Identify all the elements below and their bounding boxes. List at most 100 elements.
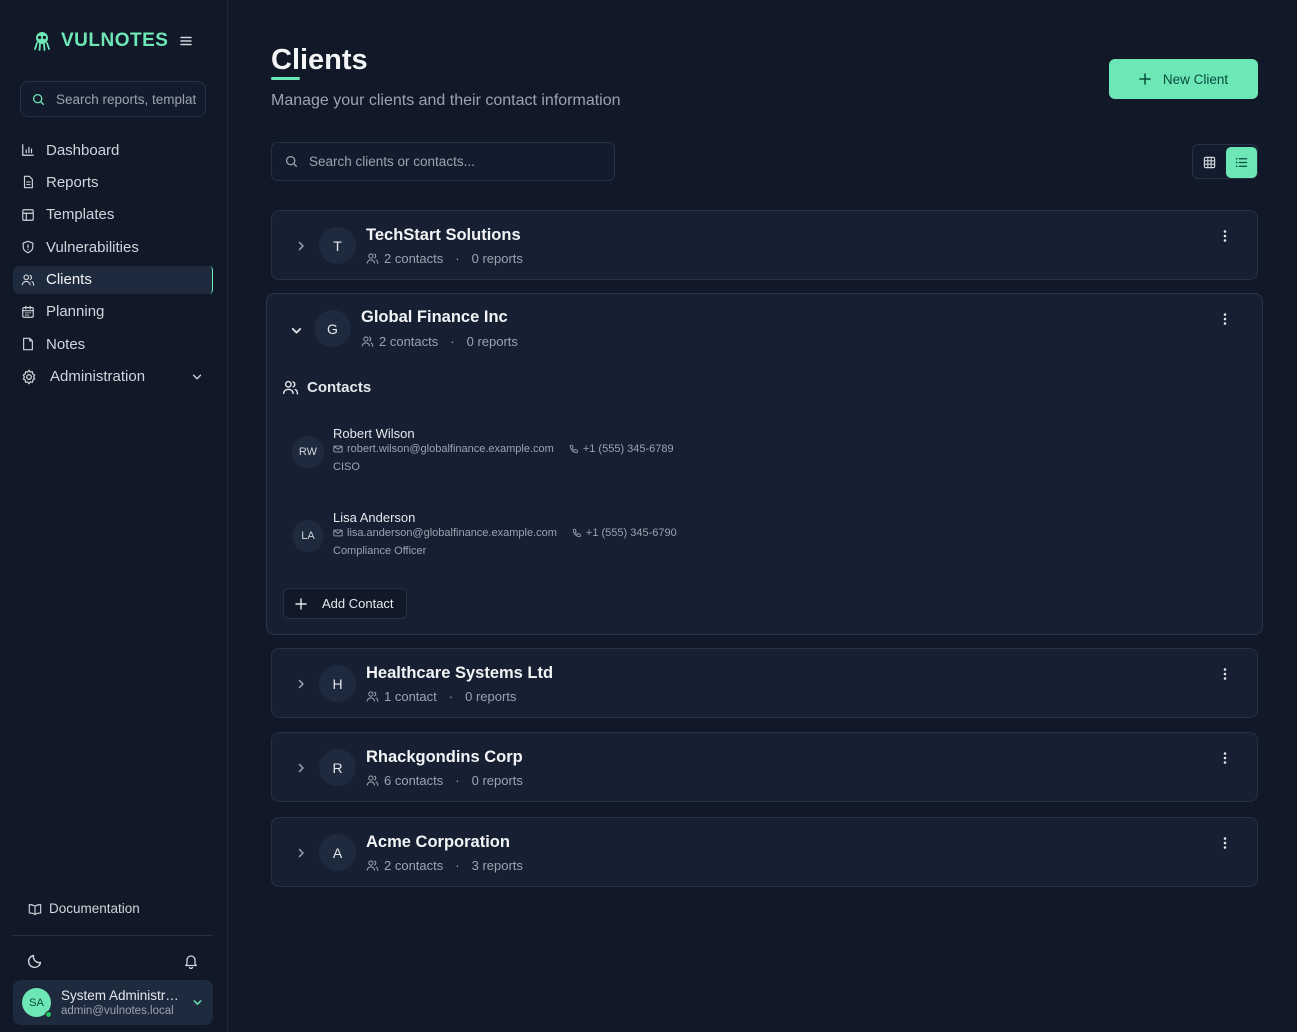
grid-view-button[interactable] (1194, 147, 1225, 178)
documentation-label: Documentation (49, 901, 140, 916)
client-avatar: H (319, 665, 356, 702)
client-card[interactable]: R Rhackgondins Corp 6 contacts · 0 repor… (271, 732, 1258, 802)
client-search[interactable] (271, 142, 615, 181)
logo-bug-icon (34, 32, 50, 51)
bar-chart-icon (22, 144, 34, 156)
more-vertical-icon[interactable] (1217, 228, 1233, 244)
contact-count: 1 contact (384, 689, 437, 704)
meta-separator: · (448, 689, 454, 704)
sidebar-item-vulnerabilities[interactable]: Vulnerabilities (13, 233, 213, 261)
file-icon (23, 176, 33, 189)
contact-name: Lisa Anderson (333, 510, 416, 525)
sidebar-item-reports[interactable]: Reports (13, 168, 213, 196)
bell-icon[interactable] (183, 953, 199, 969)
user-email: admin@vulnotes.local (61, 1005, 174, 1017)
new-client-button[interactable]: New Client (1109, 59, 1258, 99)
client-name: Rhackgondins Corp (366, 748, 523, 766)
more-vertical-icon[interactable] (1217, 666, 1233, 682)
contact-email[interactable]: robert.wilson@globalfinance.example.com (347, 443, 554, 455)
chevron-down-icon[interactable] (290, 324, 303, 337)
contact-phone-number[interactable]: +1 (555) 345-6789 (583, 443, 674, 455)
contact-email[interactable]: lisa.anderson@globalfinance.example.com (347, 527, 557, 539)
contacts-heading-label: Contacts (307, 379, 372, 396)
contact-item[interactable]: RW Robert Wilson robert.wilson@globalfin… (292, 426, 752, 476)
contact-role: CISO (333, 461, 360, 473)
sidebar-item-label: Clients (46, 271, 92, 289)
client-name: Global Finance Inc (361, 308, 508, 326)
page-title: Clients (271, 44, 368, 76)
client-meta: 6 contacts · 0 reports (366, 773, 523, 788)
chevron-down-icon (192, 374, 202, 380)
sidebar: VULNOTES Dashboard Reports (0, 0, 228, 1032)
client-avatar: A (319, 834, 356, 871)
plus-icon (1139, 73, 1151, 85)
meta-separator: · (455, 251, 460, 266)
contact-phone: +1 (555) 345-6790 (572, 527, 677, 539)
phone-icon (569, 444, 578, 454)
contact-avatar: LA (292, 520, 324, 552)
chevron-down-icon (193, 1000, 202, 1005)
client-card[interactable]: A Acme Corporation 2 contacts · 3 report… (271, 817, 1258, 887)
search-icon (32, 93, 45, 105)
sidebar-item-dashboard[interactable]: Dashboard (13, 136, 213, 164)
report-count: 0 reports (471, 773, 523, 788)
more-vertical-icon[interactable] (1217, 750, 1233, 766)
client-meta: 2 contacts · 0 reports (361, 334, 518, 349)
client-search-input[interactable] (309, 154, 599, 169)
contact-details: lisa.anderson@globalfinance.example.com … (333, 527, 677, 539)
client-card-expanded: G Global Finance Inc 2 contacts · 0 repo… (266, 293, 1263, 635)
mail-icon (333, 445, 343, 453)
client-meta: 1 contact · 0 reports (366, 689, 516, 704)
users-icon (366, 253, 379, 264)
report-count: 3 reports (471, 858, 523, 873)
more-vertical-icon[interactable] (1217, 311, 1233, 327)
meta-separator: · (455, 858, 460, 873)
documentation-link[interactable]: Documentation (28, 901, 140, 916)
add-contact-label: Add Contact (322, 596, 394, 611)
chevron-right-icon[interactable] (295, 762, 307, 774)
users-icon (366, 775, 379, 786)
sidebar-item-label: Planning (46, 303, 105, 321)
sidebar-search-input[interactable] (56, 91, 196, 107)
search-icon (285, 155, 298, 168)
chevron-right-icon[interactable] (295, 847, 307, 859)
sidebar-search[interactable] (20, 81, 206, 117)
contact-phone-number[interactable]: +1 (555) 345-6790 (586, 527, 677, 539)
chevron-right-icon[interactable] (295, 240, 307, 252)
meta-separator: · (450, 334, 455, 349)
client-card[interactable]: H Healthcare Systems Ltd 1 contact · 0 r… (271, 648, 1258, 718)
shield-icon (22, 240, 34, 254)
layout-icon (22, 208, 34, 221)
user-menu[interactable]: SA System Administrator admin@vulnotes.l… (13, 980, 213, 1025)
contact-details: robert.wilson@globalfinance.example.com … (333, 443, 674, 455)
sidebar-item-label: Dashboard (46, 141, 120, 159)
contacts-heading: Contacts (282, 379, 371, 396)
view-toggle (1192, 144, 1258, 179)
more-vertical-icon[interactable] (1217, 835, 1233, 851)
book-open-icon (28, 903, 42, 915)
contact-count: 2 contacts (384, 858, 444, 873)
sidebar-item-administration[interactable]: Administration (13, 363, 213, 391)
online-status-indicator (45, 1011, 52, 1018)
sidebar-item-label: Templates (46, 206, 115, 224)
page-subtitle: Manage your clients and their contact in… (271, 92, 621, 109)
client-card[interactable]: T TechStart Solutions 2 contacts · 0 rep… (271, 210, 1258, 280)
moon-icon[interactable] (27, 953, 43, 969)
sidebar-item-label: Administration (50, 368, 146, 386)
sidebar-item-clients[interactable]: Clients (13, 265, 213, 294)
client-meta: 2 contacts · 3 reports (366, 858, 523, 873)
chevron-right-icon[interactable] (295, 678, 307, 690)
add-contact-button[interactable]: Add Contact (283, 588, 407, 619)
list-view-button[interactable] (1226, 147, 1257, 178)
sidebar-item-planning[interactable]: Planning (13, 298, 213, 326)
plus-icon (295, 597, 307, 610)
contact-count: 2 contacts (379, 334, 439, 349)
app-logo[interactable]: VULNOTES (30, 26, 168, 56)
client-avatar: R (319, 749, 356, 786)
sidebar-item-templates[interactable]: Templates (13, 201, 213, 229)
menu-icon[interactable] (178, 33, 194, 49)
sidebar-item-notes[interactable]: Notes (13, 330, 213, 358)
contact-item[interactable]: LA Lisa Anderson lisa.anderson@globalfin… (292, 510, 752, 560)
mail-icon (333, 529, 343, 537)
app-name: VULNOTES (61, 30, 169, 51)
